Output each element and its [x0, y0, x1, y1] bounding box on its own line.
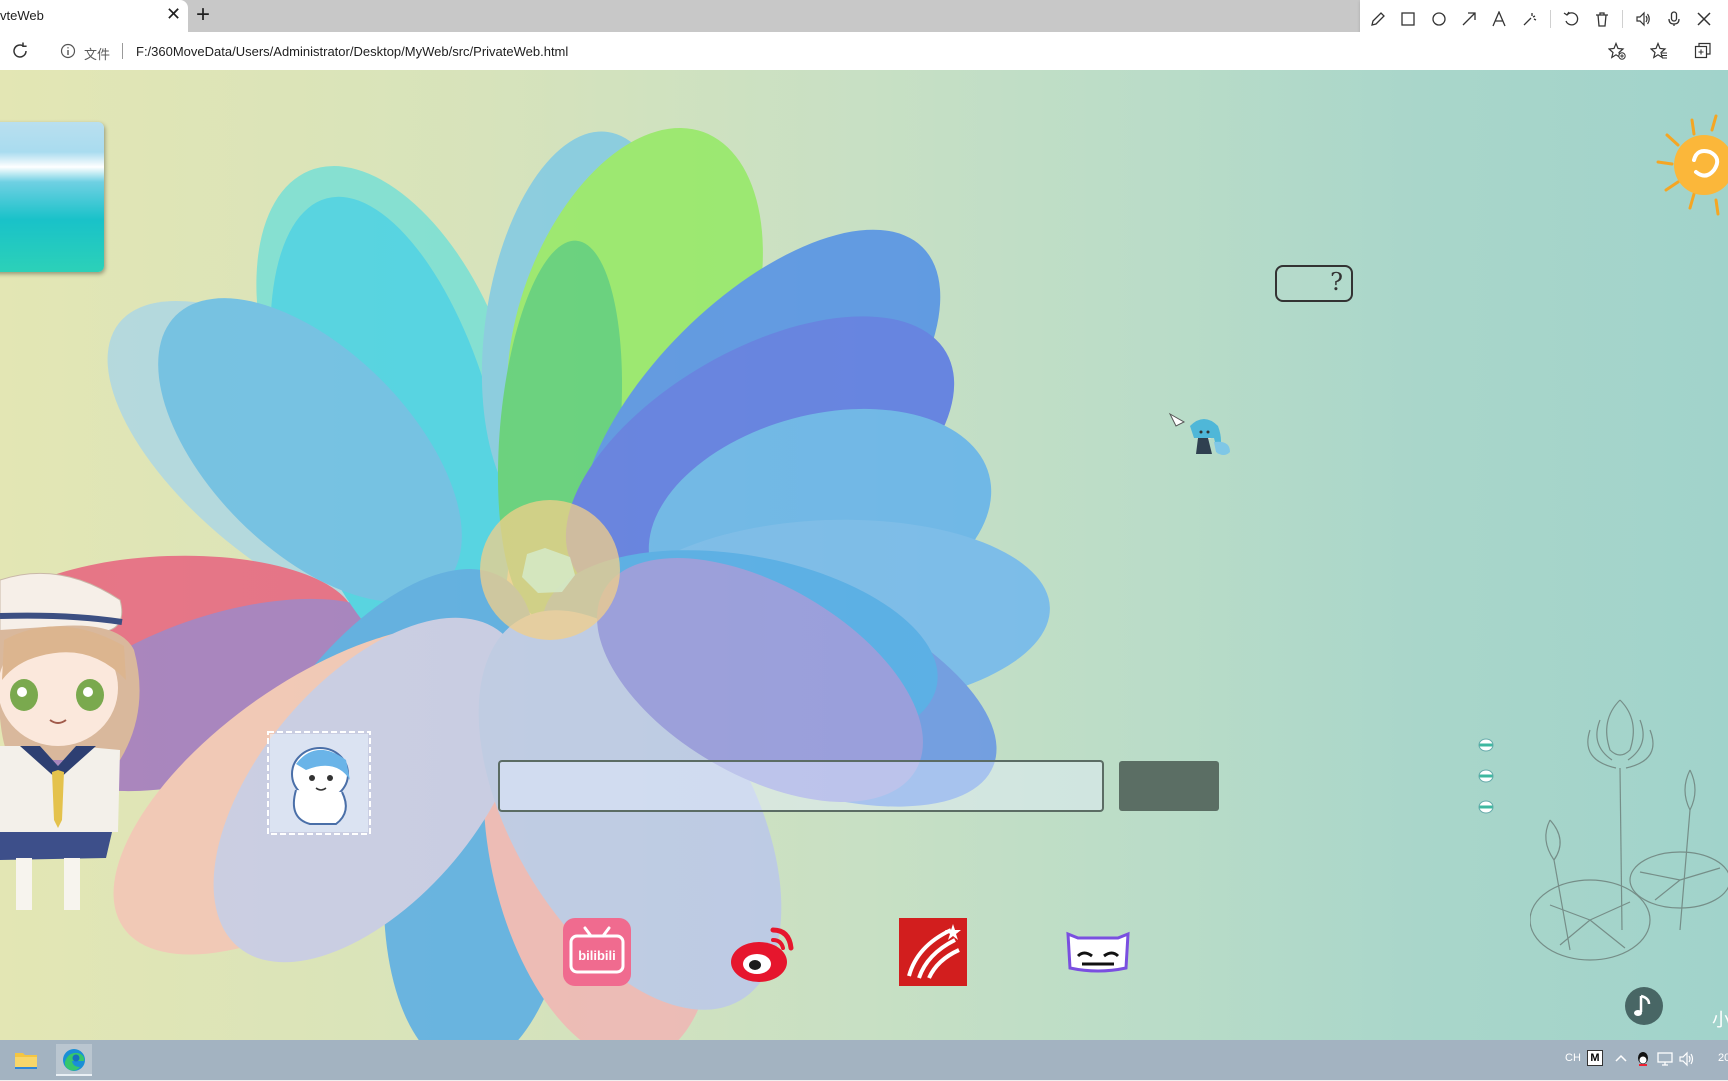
bilibili-link-icon[interactable]: bilibili: [561, 916, 633, 988]
page-viewport: ? bilibili 小: [0, 70, 1728, 1040]
question-icon: ?: [1330, 268, 1343, 296]
anime-sticker[interactable]: [266, 730, 372, 836]
flower-background: [0, 127, 1050, 1040]
speaker-icon[interactable]: [1633, 9, 1653, 29]
trash-icon[interactable]: [1592, 9, 1612, 29]
input-language[interactable]: CH: [1565, 1052, 1581, 1064]
sun-icon: [1652, 110, 1728, 220]
tab-title: vteWeb: [0, 8, 44, 23]
lotus-drawing: [1529, 690, 1728, 990]
reload-icon[interactable]: [10, 41, 30, 61]
volume-icon[interactable]: [1678, 1050, 1696, 1068]
network-icon[interactable]: [1656, 1050, 1674, 1068]
collections-icon[interactable]: [1694, 42, 1712, 60]
omnibox-separator: [122, 43, 123, 59]
chevron-up-icon[interactable]: [1612, 1050, 1630, 1068]
toolbar-separator: [1549, 10, 1551, 28]
omnibox[interactable]: 文件 F:/360MoveData/Users/Administrator/De…: [46, 36, 1604, 66]
search-input[interactable]: [498, 760, 1104, 812]
corner-text: 小: [1712, 1010, 1728, 1030]
tab-close-icon[interactable]: ✕: [166, 4, 181, 25]
chibi-girl-mascot: [0, 570, 150, 910]
new-tab-button[interactable]: +: [196, 1, 210, 29]
ime-mode-icon[interactable]: M: [1587, 1050, 1603, 1066]
fairy-mascot: [1168, 408, 1236, 464]
nav-dot[interactable]: [1478, 769, 1494, 783]
xuexitong-link-icon[interactable]: [897, 916, 969, 988]
address-bar: 文件 F:/360MoveData/Users/Administrator/De…: [0, 32, 1728, 71]
help-button[interactable]: ?: [1275, 265, 1353, 302]
url-text[interactable]: F:/360MoveData/Users/Administrator/Deskt…: [136, 44, 568, 59]
highlighter-icon[interactable]: [1520, 9, 1540, 29]
nav-dot[interactable]: [1478, 738, 1494, 752]
undo-icon[interactable]: [1561, 9, 1581, 29]
favorites-icon[interactable]: [1649, 41, 1668, 60]
edge-browser-icon[interactable]: [56, 1044, 92, 1076]
tmall-link-icon[interactable]: [1062, 916, 1134, 988]
circle-icon[interactable]: [1429, 9, 1449, 29]
rectangle-icon[interactable]: [1398, 9, 1418, 29]
nav-dot[interactable]: [1478, 800, 1494, 814]
arrow-icon[interactable]: [1459, 9, 1479, 29]
qq-icon[interactable]: [1634, 1050, 1652, 1068]
weibo-link-icon[interactable]: [727, 916, 799, 988]
sky-card[interactable]: [0, 122, 104, 272]
microphone-icon[interactable]: [1664, 9, 1684, 29]
info-icon[interactable]: [60, 43, 76, 59]
toolbar-separator: [1621, 10, 1623, 28]
file-scheme-label: 文件: [84, 47, 111, 62]
music-icon[interactable]: [1624, 986, 1664, 1026]
taskbar: CH M 20: [0, 1040, 1728, 1080]
close-icon[interactable]: [1694, 9, 1714, 29]
pen-icon[interactable]: [1368, 9, 1388, 29]
tab-privateweb[interactable]: vteWeb ✕: [0, 0, 188, 32]
text-icon[interactable]: [1489, 9, 1509, 29]
clock[interactable]: 20: [1718, 1052, 1728, 1064]
bilibili-logo-text: bilibili: [578, 948, 616, 963]
add-favorite-icon[interactable]: [1607, 41, 1626, 60]
file-explorer-icon[interactable]: [8, 1044, 44, 1076]
search-button[interactable]: [1119, 761, 1219, 811]
